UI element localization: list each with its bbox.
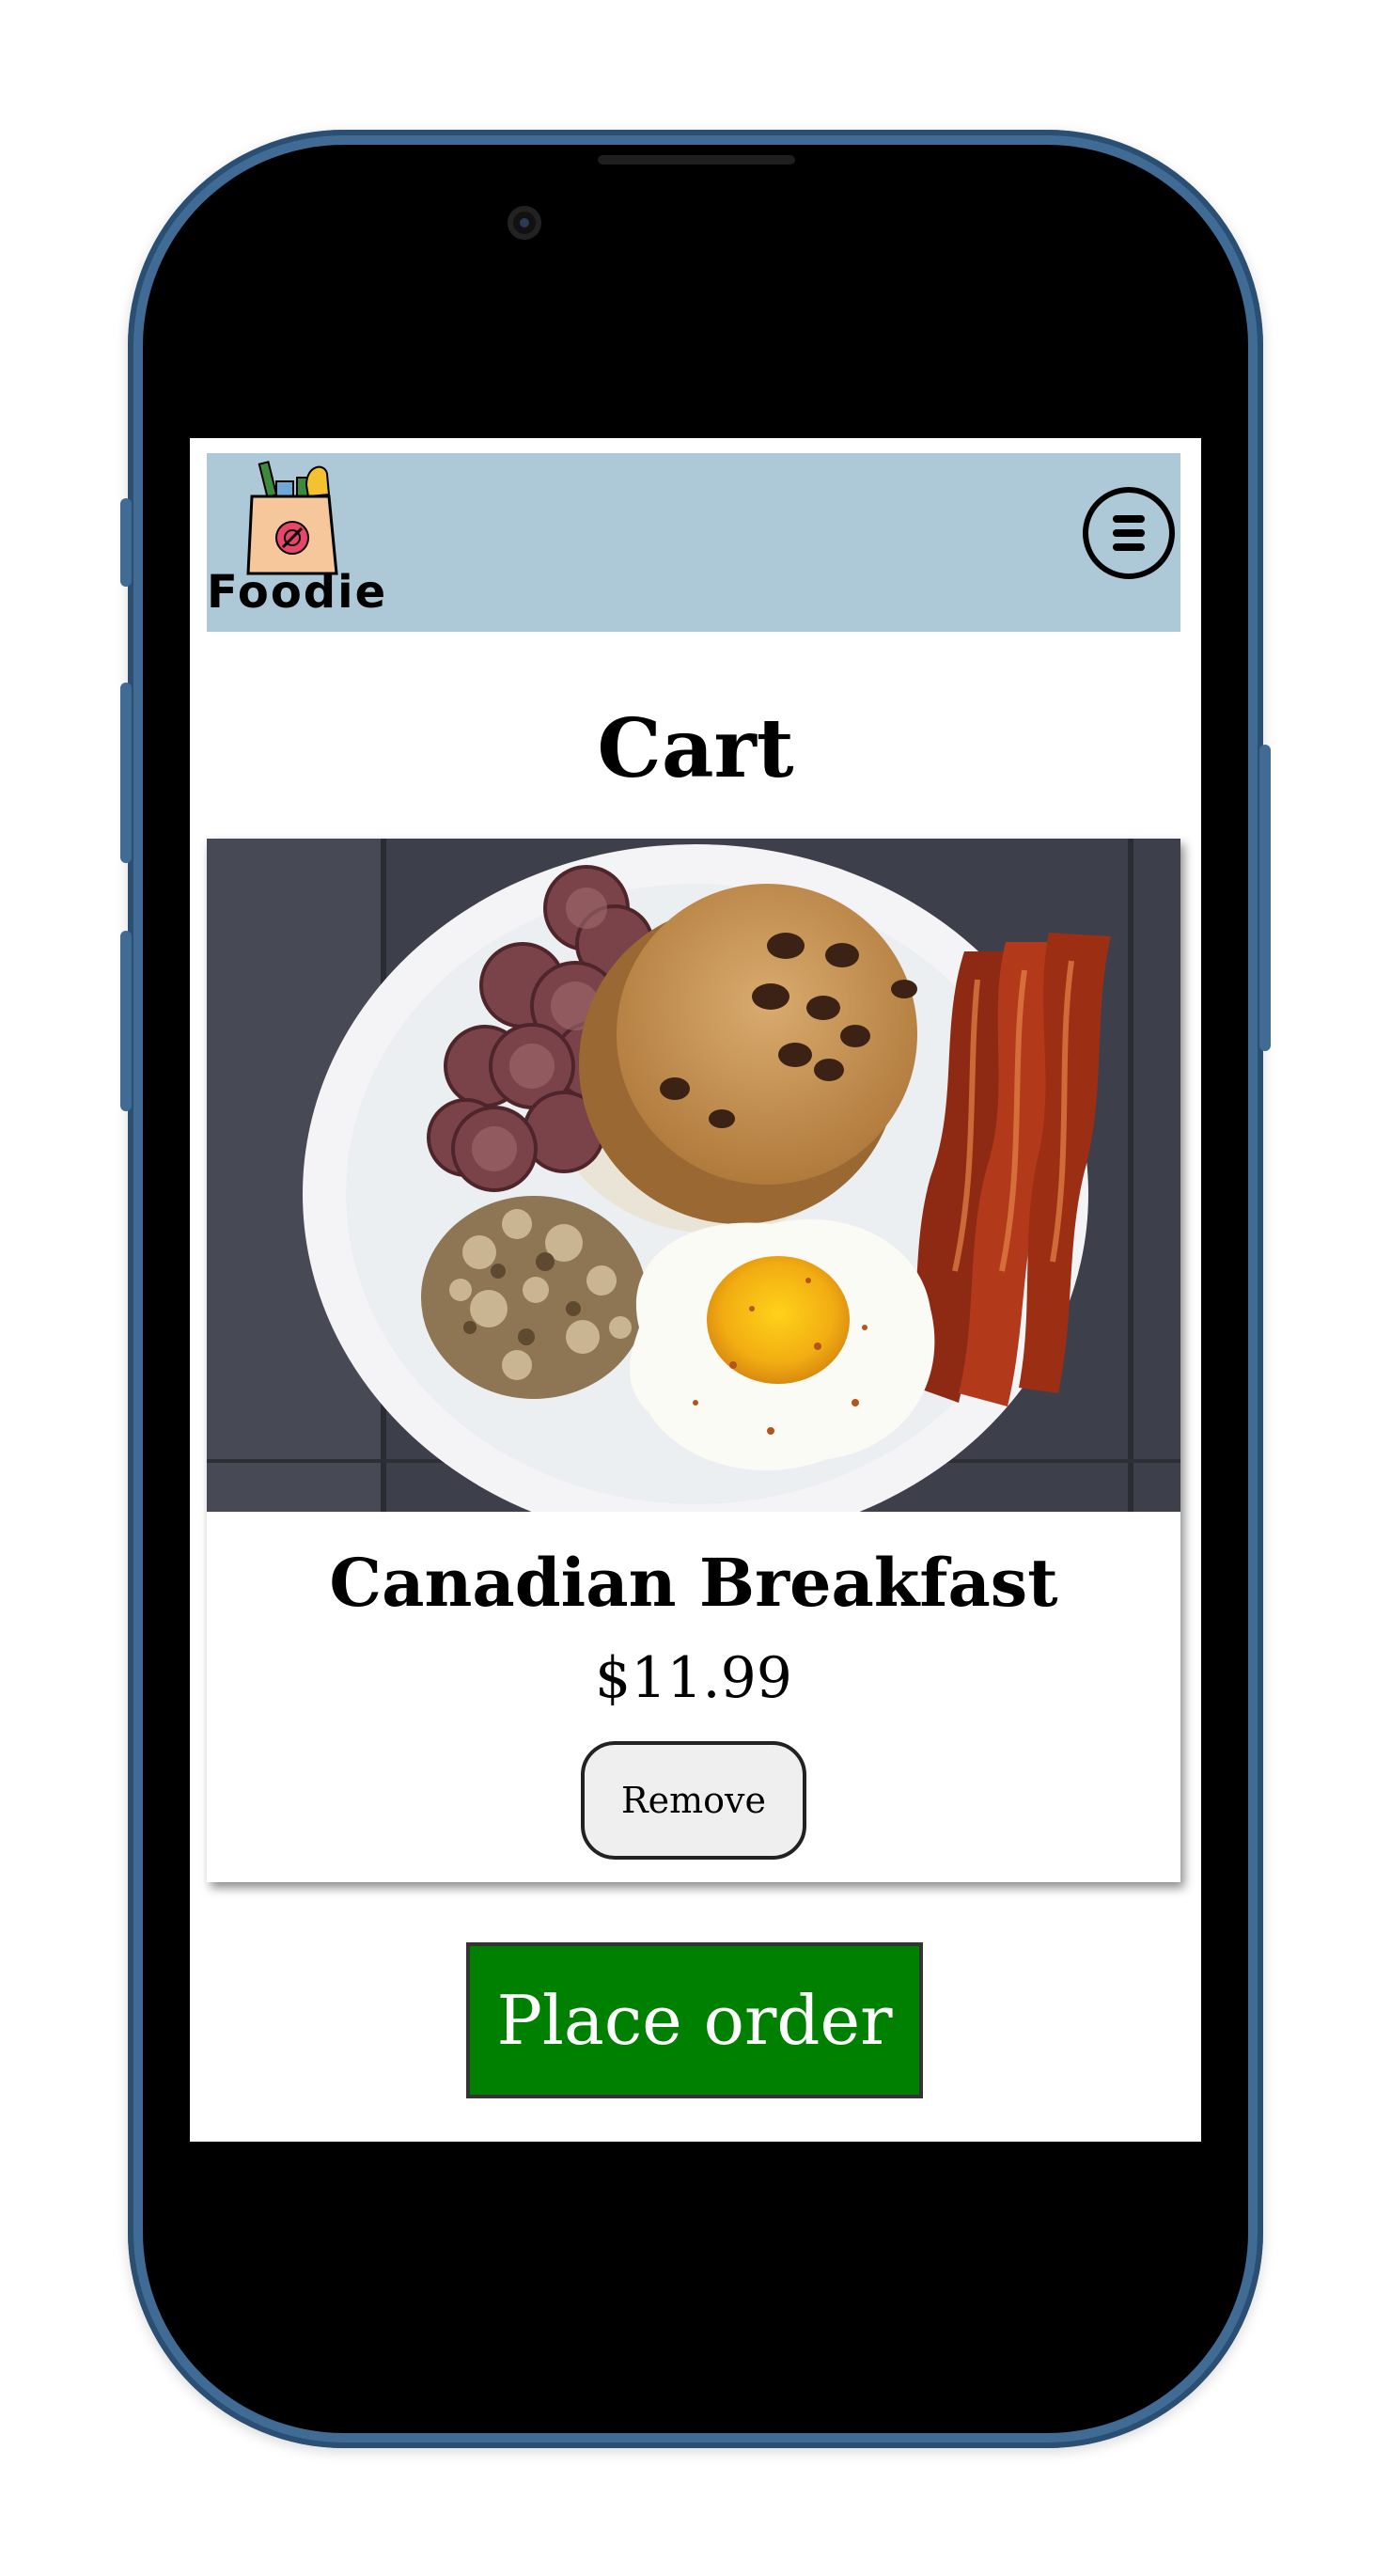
phone-power-button [1259,745,1271,1051]
remove-button[interactable]: Remove [581,1741,806,1860]
foodie-logo[interactable]: Foodie [207,461,414,628]
food-image [207,839,1180,1512]
logo-text: Foodie [207,566,388,619]
item-price: $11.99 [595,1645,792,1711]
phone-silent-switch [120,498,132,587]
place-order-button[interactable]: Place order [466,1942,923,2098]
phone-speaker [598,155,795,165]
menu-button[interactable] [1083,487,1175,579]
phone-volume-down-button [120,931,132,1111]
phone-volume-up-button [120,683,132,863]
app-header: Foodie [207,453,1180,632]
cart-item-card: Canadian Breakfast $11.99 Remove [207,839,1180,1882]
front-camera [508,206,541,240]
item-name: Canadian Breakfast [329,1544,1058,1622]
app-screen: Foodie Cart Canadian Breakfast $11.99 Re… [190,438,1201,2142]
page-title: Cart [597,701,794,796]
